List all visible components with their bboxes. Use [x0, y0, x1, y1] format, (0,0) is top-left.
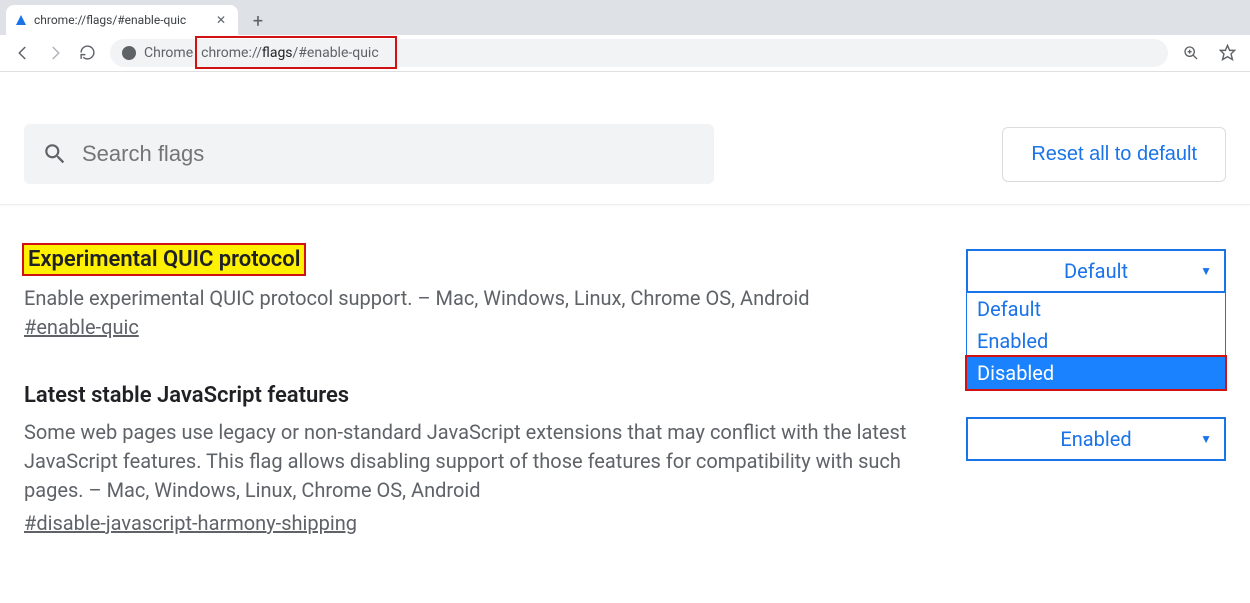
flag-title: Latest stable JavaScript features — [24, 383, 349, 408]
flask-icon — [16, 15, 26, 25]
flags-list: Experimental QUIC protocol Enable experi… — [0, 205, 1250, 603]
flag-title: Experimental QUIC protocol — [24, 245, 304, 274]
flags-header: Reset all to default — [0, 100, 1250, 205]
flag-option-enabled[interactable]: Enabled — [967, 325, 1225, 357]
flag-select[interactable]: Enabled ▼ — [966, 417, 1226, 461]
close-tab-icon[interactable]: ✕ — [214, 13, 228, 27]
flag-select-value: Enabled — [1060, 427, 1131, 451]
search-flags-input[interactable] — [82, 141, 696, 167]
flag-description: Enable experimental QUIC protocol suppor… — [24, 284, 934, 313]
toolbar: Chrome chrome://flags/#enable-quic — [0, 35, 1250, 71]
flag-select-wrap: Enabled ▼ — [966, 383, 1226, 461]
chevron-down-icon: ▼ — [1200, 264, 1212, 278]
address-bar[interactable]: Chrome chrome://flags/#enable-quic — [110, 39, 1168, 67]
flags-page: Reset all to default Experimental QUIC p… — [0, 71, 1250, 603]
flag-select-value: Default — [1064, 259, 1128, 283]
search-icon — [42, 141, 68, 167]
flag-item-disable-js-harmony: Latest stable JavaScript features Some w… — [24, 383, 1226, 535]
back-button[interactable] — [8, 38, 38, 68]
flag-dropdown: Default Enabled Disabled — [966, 293, 1226, 390]
new-tab-button[interactable]: + — [244, 7, 272, 35]
flag-select[interactable]: Default ▼ — [966, 249, 1226, 293]
flag-anchor-link[interactable]: #enable-quic — [24, 315, 139, 339]
zoom-icon[interactable] — [1176, 38, 1206, 68]
reload-button[interactable] — [72, 38, 102, 68]
url-text: chrome://flags/#enable-quic — [201, 45, 379, 61]
flag-description: Some web pages use legacy or non-standar… — [24, 418, 934, 505]
flag-anchor-link[interactable]: #disable-javascript-harmony-shipping — [24, 511, 357, 535]
tab-strip: chrome://flags/#enable-quic ✕ + — [0, 0, 1250, 35]
flag-select-wrap: Default ▼ Default Enabled Disabled — [966, 245, 1226, 293]
bookmark-star-icon[interactable] — [1212, 38, 1242, 68]
flag-option-default[interactable]: Default — [967, 293, 1225, 325]
search-flags-wrap[interactable] — [24, 124, 714, 184]
chrome-icon — [122, 46, 136, 60]
browser-tab[interactable]: chrome://flags/#enable-quic ✕ — [6, 5, 238, 35]
browser-chrome: chrome://flags/#enable-quic ✕ + Chrome c… — [0, 0, 1250, 71]
chevron-down-icon: ▼ — [1200, 432, 1212, 446]
flag-item-enable-quic: Experimental QUIC protocol Enable experi… — [24, 245, 1226, 339]
reset-all-button[interactable]: Reset all to default — [1002, 127, 1226, 182]
forward-button[interactable] — [40, 38, 70, 68]
chrome-label: Chrome — [144, 45, 193, 61]
tab-title: chrome://flags/#enable-quic — [34, 13, 186, 27]
